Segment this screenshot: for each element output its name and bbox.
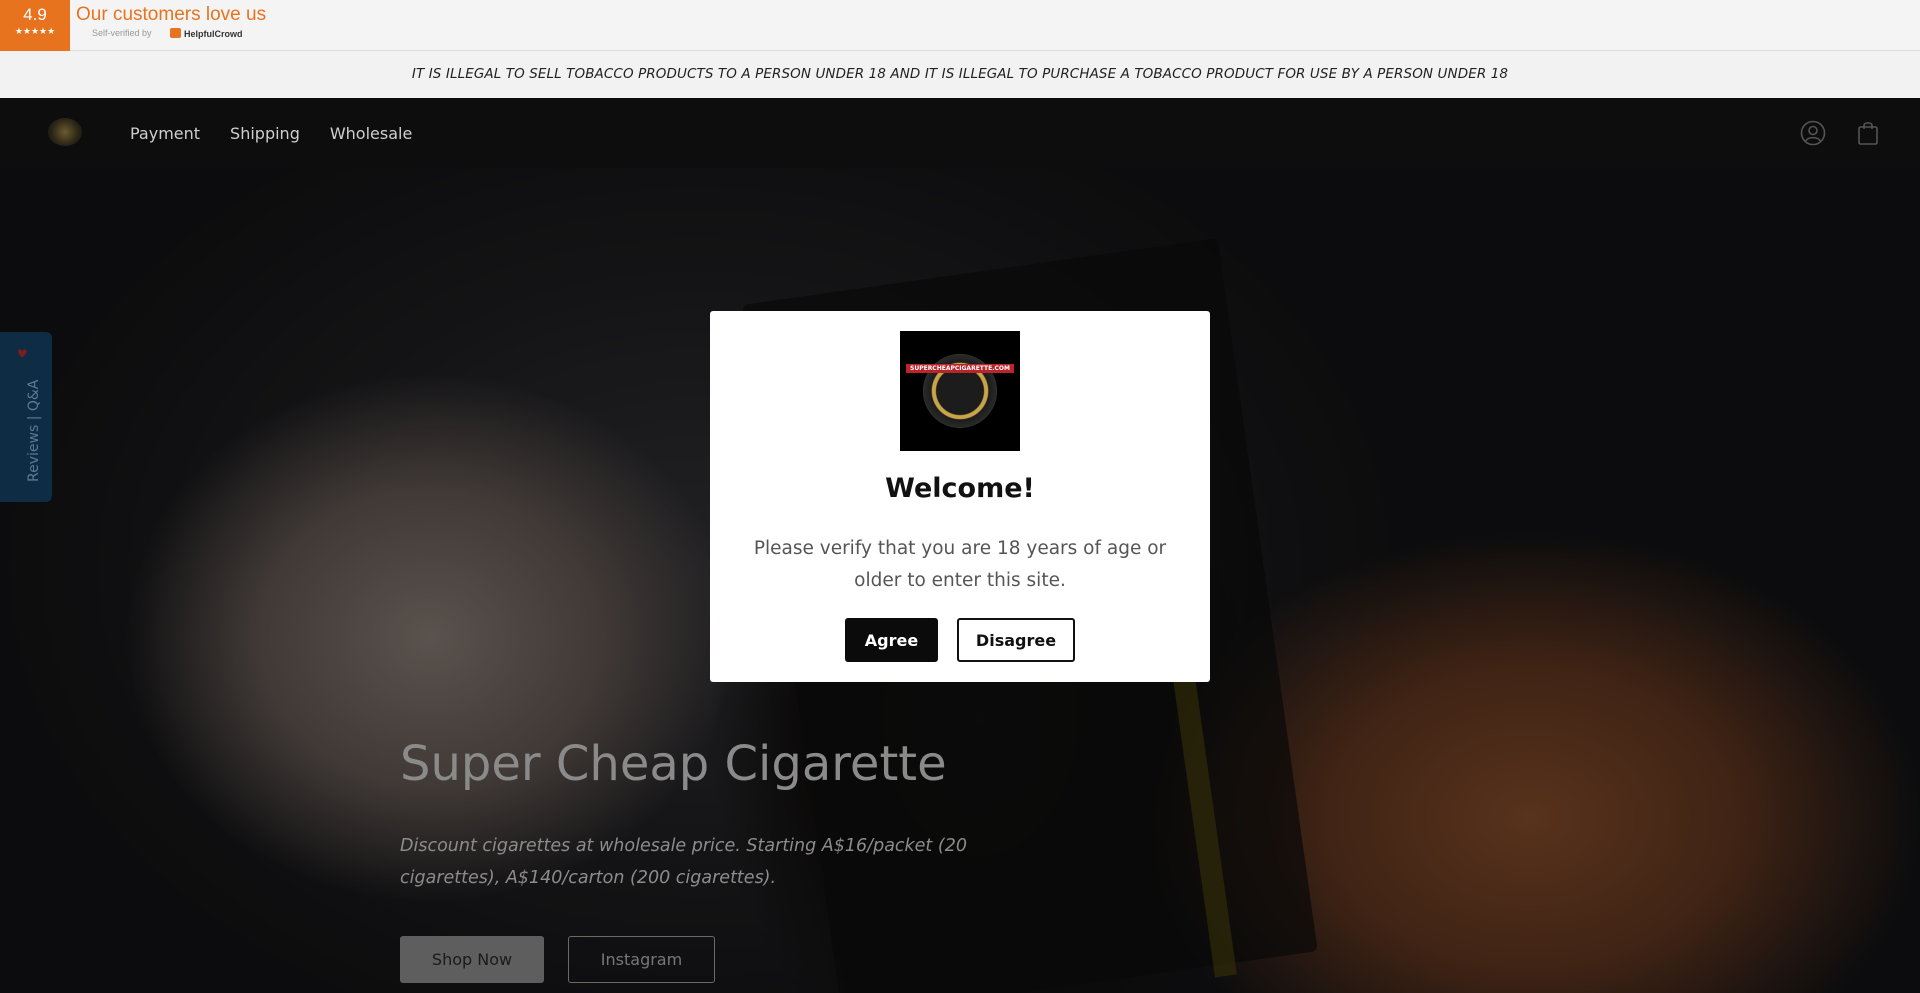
nav-wholesale[interactable]: Wholesale <box>330 124 412 143</box>
helpfulcrowd-label: HelpfulCrowd <box>184 29 243 39</box>
site-header: Payment Shipping Wholesale <box>0 98 1920 168</box>
helpfulcrowd-brand[interactable]: HelpfulCrowd <box>170 28 243 39</box>
instagram-button[interactable]: Instagram <box>568 936 715 983</box>
review-verified-text: Self-verified by <box>92 28 152 38</box>
agree-button[interactable]: Agree <box>845 618 938 662</box>
modal-title: Welcome! <box>885 473 1035 504</box>
review-title[interactable]: Our customers love us <box>76 4 266 26</box>
rating-value: 4.9 <box>23 5 47 24</box>
heart-icon: ♥ <box>17 347 28 361</box>
reviews-qa-tab[interactable]: ♥ Reviews | Q&A <box>0 332 52 502</box>
review-bar[interactable]: 4.9 ★★★★★ Our customers love us Self-ver… <box>0 0 1920 51</box>
rating-badge[interactable]: 4.9 ★★★★★ <box>0 0 70 51</box>
disagree-button[interactable]: Disagree <box>957 618 1075 662</box>
logo-text: SUPERCHEAPCIGARETTE.COM <box>906 364 1014 373</box>
cart-icon[interactable] <box>1855 120 1881 146</box>
account-icon[interactable] <box>1800 120 1826 146</box>
nav-payment[interactable]: Payment <box>130 124 200 143</box>
legal-banner: IT IS ILLEGAL TO SELL TOBACCO PRODUCTS T… <box>0 51 1920 98</box>
age-verification-modal: SUPERCHEAPCIGARETTE.COM Welcome! Please … <box>710 311 1210 682</box>
nav-shipping[interactable]: Shipping <box>230 124 300 143</box>
main-nav: Payment Shipping Wholesale <box>130 98 412 168</box>
site-logo[interactable] <box>48 118 82 146</box>
rating-stars: ★★★★★ <box>14 27 56 37</box>
modal-message: Please verify that you are 18 years of a… <box>753 538 1167 591</box>
reviews-qa-label: Reviews | Q&A <box>26 379 42 482</box>
modal-logo: SUPERCHEAPCIGARETTE.COM <box>900 331 1020 451</box>
shop-now-button[interactable]: Shop Now <box>400 936 544 983</box>
helpfulcrowd-icon <box>170 28 181 38</box>
hero-description: Discount cigarettes at wholesale price. … <box>400 836 967 888</box>
hero-title: Super Cheap Cigarette <box>400 736 947 792</box>
